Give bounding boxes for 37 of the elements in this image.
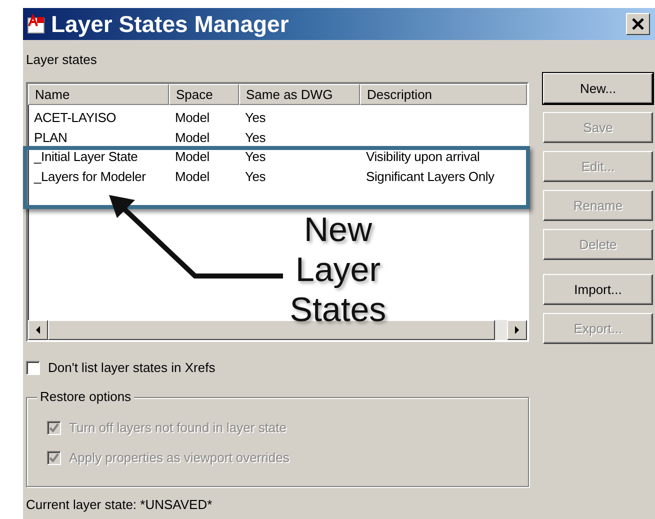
column-header[interactable]: Space <box>169 84 239 105</box>
checkbox-label: Apply properties as viewport overrides <box>69 450 290 465</box>
checkbox-label: Turn off layers not found in layer state <box>69 420 287 435</box>
left-arrow-icon <box>35 326 41 334</box>
table-cell-text: Yes <box>244 128 267 146</box>
column-header[interactable]: Description <box>360 84 527 105</box>
table-cell-text: ACET-LAYISO <box>33 109 118 127</box>
table-cell-text: Yes <box>244 168 267 186</box>
table-cell-text: Visibility upon arrival <box>365 148 481 166</box>
current-layer-state: Current layer state: *UNSAVED* <box>26 497 214 512</box>
column-header[interactable]: Same as DWG <box>239 84 360 105</box>
annotation-text: New Layer States <box>288 210 388 330</box>
table-cell-text: Yes <box>244 109 267 127</box>
table-cell-text: PLAN <box>33 128 68 146</box>
app-logo-icon <box>27 14 45 34</box>
layer-states-label: Layer states <box>26 52 98 69</box>
dialog-button[interactable]: Import... <box>543 274 653 305</box>
table-cell-text: Model <box>174 109 210 127</box>
table-cell-text: Model <box>174 168 210 186</box>
window-title: Layer States Manager <box>51 10 290 38</box>
scrollbar-thumb[interactable] <box>48 320 495 340</box>
table-cell-text: Model <box>174 148 210 166</box>
scroll-left-button[interactable] <box>28 320 48 340</box>
table-cell-text: Yes <box>244 148 267 166</box>
table-cell-text: Significant Layers Only <box>365 168 496 186</box>
dialog-button[interactable]: New... <box>543 73 653 104</box>
right-arrow-icon <box>514 326 520 334</box>
checkbox-label: Don't list layer states in Xrefs <box>48 360 216 375</box>
table-cell-text: Model <box>174 128 210 146</box>
table-cell-text: _Layers for Modeler <box>32 168 147 186</box>
table-cell-text: _Initial Layer State <box>32 148 139 166</box>
scroll-right-button[interactable] <box>507 320 527 340</box>
checkbox[interactable] <box>26 360 40 374</box>
close-icon <box>631 17 645 31</box>
group-title: Restore options <box>37 389 134 404</box>
close-button[interactable] <box>626 13 650 35</box>
column-header[interactable]: Name <box>28 84 169 105</box>
